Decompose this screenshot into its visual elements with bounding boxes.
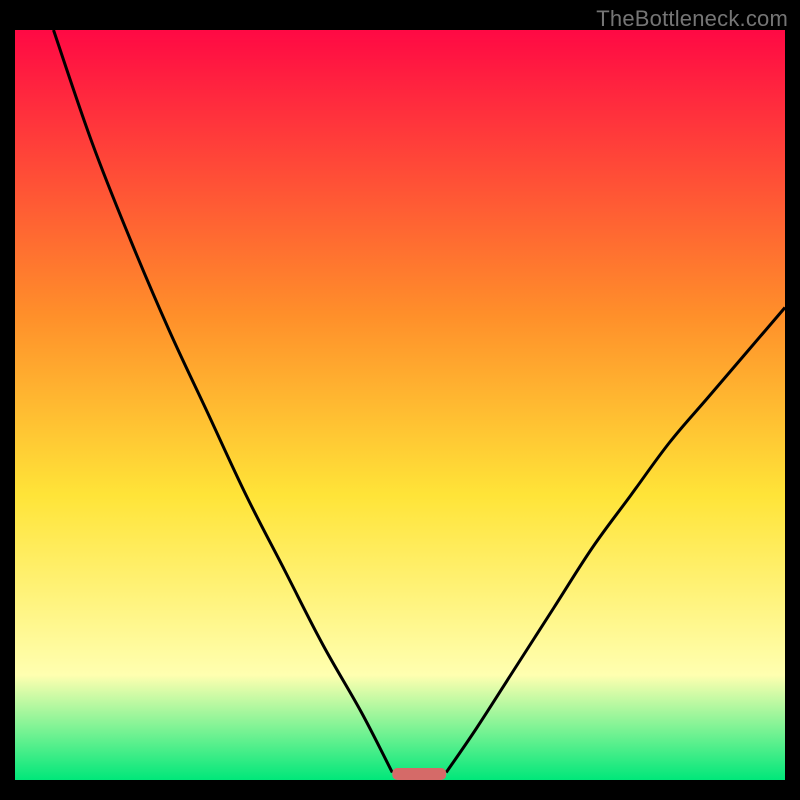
- plot-area: [15, 30, 785, 780]
- watermark-text: TheBottleneck.com: [596, 6, 788, 32]
- chart-container: TheBottleneck.com: [0, 0, 800, 800]
- optimum-marker: [392, 768, 446, 780]
- bottleneck-chart: [0, 0, 800, 800]
